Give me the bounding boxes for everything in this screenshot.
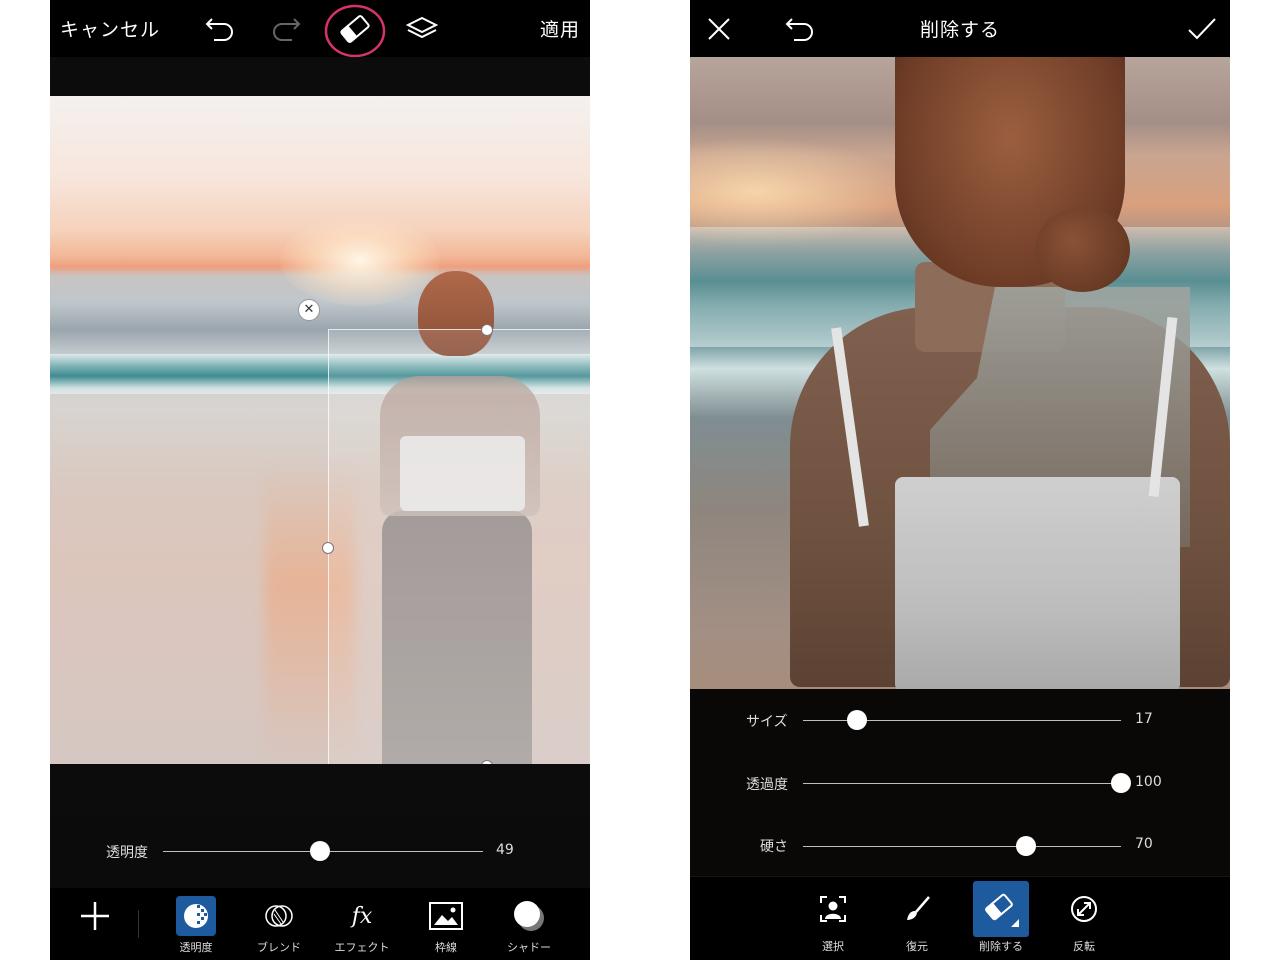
- tool-select[interactable]: 選択: [800, 881, 866, 957]
- top-bar: 削除する: [690, 0, 1230, 57]
- apply-label: 適用: [539, 19, 580, 41]
- size-label: サイズ: [746, 714, 788, 730]
- shadow-icon: [509, 896, 549, 936]
- tool-label: エフェクト: [334, 941, 390, 954]
- tool-label: 削除する: [979, 940, 1023, 953]
- page-title: 削除する: [880, 0, 1040, 57]
- size-slider-knob[interactable]: [847, 710, 868, 730]
- person-top: [895, 477, 1180, 692]
- opacity-label: 透明度: [106, 845, 148, 861]
- tool-label: 復元: [906, 940, 928, 953]
- tool-border[interactable]: 枠線: [413, 896, 479, 956]
- tool-restore[interactable]: 復元: [884, 881, 950, 957]
- cancel-label: キャンセル: [60, 19, 161, 41]
- tool-erase[interactable]: 削除する: [968, 881, 1034, 957]
- resize-handle-top[interactable]: [481, 324, 493, 336]
- eraser-settings-panel: サイズ 17 透過度 100 硬さ 70: [690, 689, 1230, 876]
- close-icon[interactable]: [698, 0, 740, 57]
- redo-icon[interactable]: [264, 0, 308, 57]
- fx-icon: fx: [351, 903, 373, 929]
- transparency-slider-knob[interactable]: [1111, 773, 1131, 793]
- bottom-toolbar: 透明度 ブレンド fx エフェクト 枠線 シャドー: [50, 888, 590, 960]
- eraser-tool-button[interactable]: [322, 0, 388, 57]
- blend-icon: [259, 896, 299, 936]
- transparency-slider-track[interactable]: [803, 783, 1121, 784]
- tool-opacity[interactable]: 透明度: [163, 896, 229, 956]
- tool-blend[interactable]: ブレンド: [246, 896, 312, 956]
- size-value: 17: [1135, 711, 1153, 727]
- hardness-value: 70: [1135, 836, 1153, 852]
- invert-icon: [1056, 881, 1112, 937]
- sun-glow: [280, 216, 440, 306]
- hardness-slider-track[interactable]: [803, 846, 1121, 847]
- tool-label: シャドー: [507, 941, 551, 954]
- border-icon: [426, 896, 466, 936]
- canvas-photo[interactable]: ✕: [50, 96, 590, 764]
- opacity-slider-knob[interactable]: [309, 841, 330, 861]
- hair-bun: [1035, 207, 1130, 292]
- eraser-icon: [973, 881, 1029, 937]
- tool-label: ブレンド: [257, 941, 301, 954]
- opacity-icon: [176, 896, 216, 936]
- transparency-value: 100: [1135, 774, 1162, 790]
- selection-box[interactable]: [328, 329, 590, 764]
- undo-icon[interactable]: [778, 0, 822, 57]
- tool-label: 透明度: [179, 941, 213, 954]
- opacity-slider-panel: 透明度 49: [50, 814, 590, 888]
- select-person-icon: [805, 881, 861, 937]
- tool-shadow[interactable]: シャドー: [496, 896, 562, 956]
- tool-effect[interactable]: fx エフェクト: [329, 896, 395, 956]
- check-icon[interactable]: [1180, 0, 1224, 57]
- left-screen: キャンセル 適用 ✕ 透明度 49 透明度 ブレンド fx エフェクト 枠線 シ…: [50, 0, 590, 960]
- hardness-label: 硬さ: [760, 839, 788, 855]
- undo-icon[interactable]: [198, 0, 242, 57]
- apply-button[interactable]: 適用: [530, 0, 590, 57]
- layers-icon[interactable]: [400, 0, 444, 57]
- add-button[interactable]: [62, 896, 128, 956]
- right-screen: 削除する サイズ 17 透過度 100 硬さ 70 選択 復元 削除する 反転: [690, 0, 1230, 960]
- brush-icon: [889, 881, 945, 937]
- opacity-value: 49: [496, 842, 514, 858]
- tool-label: 枠線: [435, 941, 457, 954]
- plus-icon: [75, 896, 115, 936]
- cancel-button[interactable]: キャンセル: [60, 0, 160, 57]
- hardness-slider-knob[interactable]: [1015, 836, 1036, 856]
- tool-invert[interactable]: 反転: [1051, 881, 1117, 957]
- bottom-toolbar: 選択 復元 削除する 反転: [690, 877, 1230, 960]
- top-bar: キャンセル 適用: [50, 0, 590, 57]
- divider: [138, 910, 139, 938]
- tool-label: 反転: [1073, 940, 1095, 953]
- close-icon[interactable]: ✕: [298, 299, 320, 321]
- title-label: 削除する: [919, 19, 1000, 41]
- resize-handle-left[interactable]: [322, 542, 334, 554]
- transparency-label: 透過度: [746, 777, 788, 793]
- tool-label: 選択: [822, 940, 844, 953]
